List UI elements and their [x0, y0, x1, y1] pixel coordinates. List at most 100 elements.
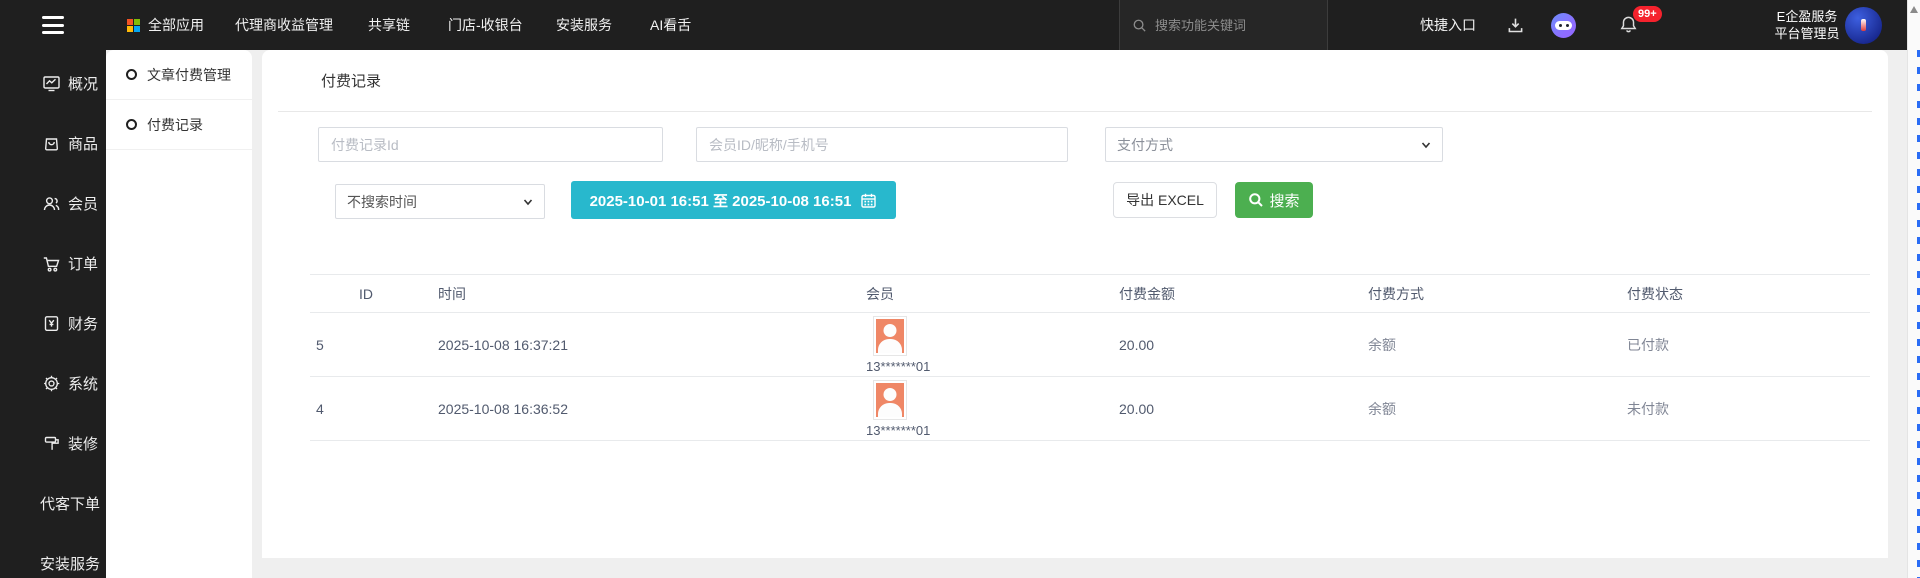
date-range-value: 2025-10-01 16:51 至 2025-10-08 16:51	[590, 190, 852, 211]
cell-time: 2025-10-08 16:37:21	[438, 337, 866, 353]
nav-item-agent-revenue[interactable]: 代理商收益管理	[235, 0, 333, 50]
search-icon	[1248, 192, 1264, 208]
cell-method: 余额	[1368, 335, 1627, 355]
cell-method: 余额	[1368, 399, 1627, 419]
sidebar-item-orders[interactable]: 订单	[0, 233, 106, 293]
col-header-time: 时间	[438, 284, 866, 304]
col-header-member: 会员	[866, 284, 1119, 304]
record-id-field	[318, 127, 663, 162]
system-gear-icon	[42, 374, 61, 393]
search-button-label: 搜索	[1269, 190, 1299, 211]
submenu-label: 文章付费管理	[147, 65, 231, 85]
ai-robot-icon	[1551, 13, 1576, 38]
notification-badge: 99+	[1633, 6, 1662, 22]
sidebar-item-system[interactable]: 系统	[0, 353, 106, 413]
time-mode-value: 不搜索时间	[347, 192, 417, 212]
hamburger-menu-icon[interactable]	[42, 13, 64, 37]
sidebar-item-finance[interactable]: 财务	[0, 293, 106, 353]
global-search-input[interactable]	[1155, 18, 1305, 33]
global-search-box[interactable]	[1119, 0, 1328, 50]
sidebar-label: 安装服务	[40, 553, 100, 574]
sidebar-item-valet-order[interactable]: 代客下单	[0, 473, 106, 533]
sidebar-label: 概况	[68, 73, 98, 94]
submenu-item-article-pay[interactable]: 文章付费管理	[106, 50, 252, 100]
sidebar-item-overview[interactable]: 概况	[0, 53, 106, 113]
submenu-item-pay-records[interactable]: 付费记录	[106, 100, 252, 150]
member-phone: 13*******01	[866, 359, 930, 374]
table-row: 5 2025-10-08 16:37:21 13*******01 20.00 …	[310, 313, 1870, 377]
sidebar-label: 装修	[68, 433, 98, 454]
person-placeholder-icon	[876, 319, 904, 353]
sidebar-item-install-service[interactable]: 安装服务	[0, 533, 106, 578]
scroll-up-arrow-icon[interactable]	[1910, 6, 1918, 13]
chevron-down-icon	[1421, 140, 1431, 150]
member-avatar[interactable]	[873, 316, 907, 356]
main-content-panel: 付费记录 支付方式 不搜索时间 2025-10-01 16:51 至 2025-…	[262, 50, 1888, 558]
member-input[interactable]	[697, 128, 1067, 161]
sidebar-label: 财务	[68, 313, 98, 334]
col-header-amount: 付费金额	[1119, 284, 1368, 304]
export-excel-button[interactable]: 导出 EXCEL	[1113, 182, 1217, 218]
chevron-down-icon	[523, 197, 533, 207]
col-header-status: 付费状态	[1627, 284, 1870, 304]
person-placeholder-icon	[876, 383, 904, 417]
pay-method-value: 支付方式	[1117, 135, 1173, 155]
quick-entry-button[interactable]: 快捷入口	[1420, 0, 1476, 50]
sidebar-label: 系统	[68, 373, 98, 394]
member-phone: 13*******01	[866, 423, 930, 438]
download-icon	[1506, 16, 1525, 35]
user-avatar[interactable]	[1845, 7, 1882, 44]
pay-method-select[interactable]: 支付方式	[1105, 127, 1443, 162]
orders-icon	[42, 254, 61, 273]
sidebar-label: 订单	[68, 253, 98, 274]
sidebar-label: 代客下单	[40, 493, 100, 514]
submenu-label: 付费记录	[147, 115, 203, 135]
search-icon	[1132, 18, 1147, 33]
nav-item-share-chain[interactable]: 共享链	[368, 0, 410, 50]
nav-item-store-cashier[interactable]: 门店-收银台	[448, 0, 523, 50]
cell-status: 未付款	[1627, 399, 1870, 419]
cell-time: 2025-10-08 16:36:52	[438, 401, 866, 417]
page-header: 付费记录	[278, 50, 1872, 112]
nav-item-ai-tongue[interactable]: AI看舌	[650, 0, 691, 50]
member-avatar[interactable]	[873, 380, 907, 420]
sidebar-item-goods[interactable]: 商品	[0, 113, 106, 173]
all-apps-button[interactable]: 全部应用	[127, 0, 204, 50]
paint-roller-icon	[42, 434, 61, 453]
table-header-row: ID 时间 会员 付费金额 付费方式 付费状态	[310, 274, 1870, 313]
primary-sidebar: 概况 商品 会员 订单 财务	[0, 50, 106, 578]
goods-icon	[42, 134, 61, 153]
apps-grid-icon	[127, 19, 140, 32]
top-navbar: 全部应用 代理商收益管理 共享链 门店-收银台 安装服务 AI看舌 快捷入口	[0, 0, 1920, 50]
page-title: 付费记录	[321, 70, 381, 91]
user-menu[interactable]: E企盈服务 平台管理员	[1768, 0, 1846, 50]
secondary-sidebar: 文章付费管理 付费记录	[106, 50, 252, 578]
sidebar-item-decorate[interactable]: 装修	[0, 413, 106, 473]
ai-assistant-button[interactable]	[1551, 0, 1576, 50]
table-row: 4 2025-10-08 16:36:52 13*******01 20.00 …	[310, 377, 1870, 441]
dashboard-icon	[42, 74, 61, 93]
user-role: 平台管理员	[1774, 25, 1839, 42]
sidebar-item-members[interactable]: 会员	[0, 173, 106, 233]
col-header-method: 付费方式	[1368, 284, 1627, 304]
cell-status: 已付款	[1627, 335, 1870, 355]
nav-item-install-service[interactable]: 安装服务	[556, 0, 612, 50]
all-apps-label: 全部应用	[148, 15, 204, 35]
col-header-id: ID	[310, 286, 438, 302]
cell-member: 13*******01	[866, 316, 1119, 374]
time-mode-select[interactable]: 不搜索时间	[335, 184, 545, 219]
app-window: 全部应用 代理商收益管理 共享链 门店-收银台 安装服务 AI看舌 快捷入口	[0, 0, 1920, 578]
search-button[interactable]: 搜索	[1235, 182, 1313, 218]
cell-id: 5	[310, 337, 438, 353]
record-id-input[interactable]	[319, 128, 662, 161]
cell-amount: 20.00	[1119, 401, 1368, 417]
download-button[interactable]	[1506, 0, 1525, 50]
cell-id: 4	[310, 401, 438, 417]
date-range-button[interactable]: 2025-10-01 16:51 至 2025-10-08 16:51	[571, 181, 896, 219]
circle-bullet-icon	[126, 119, 137, 130]
cell-amount: 20.00	[1119, 337, 1368, 353]
circle-bullet-icon	[126, 69, 137, 80]
org-name: E企盈服务	[1777, 8, 1838, 25]
calendar-icon	[860, 192, 877, 209]
cell-member: 13*******01	[866, 380, 1119, 438]
